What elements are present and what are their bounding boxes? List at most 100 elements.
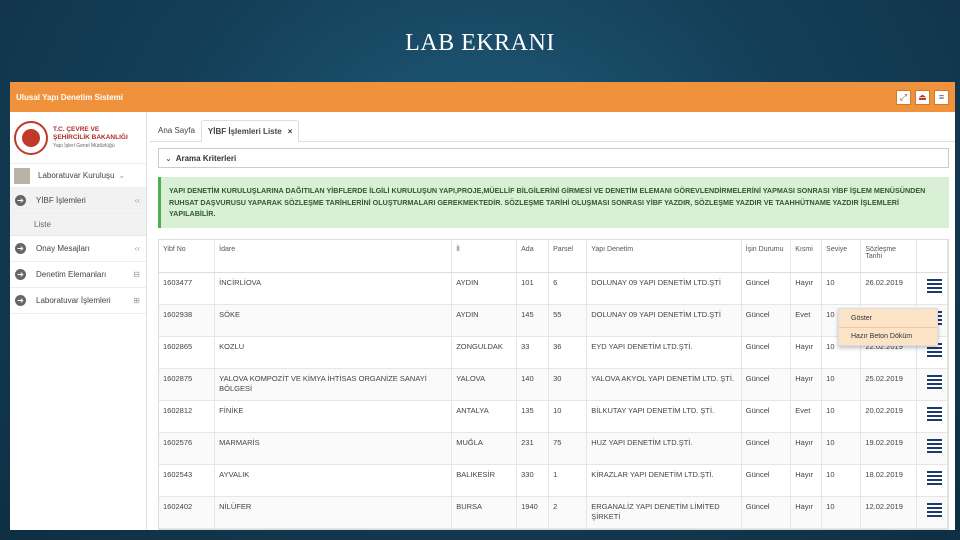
table-cell: Güncel: [741, 368, 792, 401]
info-alert: YAPI DENETİM KURULUŞLARINA DAĞITILAN YİB…: [158, 177, 949, 228]
sidebar-item-label: Onay Mesajları: [36, 244, 90, 253]
table-cell: 1603477: [159, 272, 216, 305]
table-cell: 1940: [516, 496, 550, 529]
table-cell: 10: [821, 496, 862, 529]
table-cell: 10: [821, 272, 862, 305]
table-cell: 1: [548, 464, 588, 497]
table-cell: Güncel: [741, 464, 792, 497]
column-header[interactable]: Yibf No: [159, 240, 216, 273]
logout-icon[interactable]: ⏏: [915, 89, 930, 105]
table-cell: 1602812: [159, 400, 216, 433]
expand-icon[interactable]: ⤢: [896, 89, 911, 105]
table-cell: 1602865: [159, 336, 216, 369]
table-cell: 1602543: [159, 464, 216, 497]
tab-yibf-islemleri-liste[interactable]: YİBF İşlemleri Liste ×: [200, 120, 300, 142]
table-cell: 1602402: [159, 496, 216, 529]
search-criteria-panel[interactable]: ⌄ Arama Kriterleri: [158, 148, 949, 168]
column-header[interactable]: Parsel: [548, 240, 588, 273]
table-cell: 140: [516, 368, 550, 401]
table-cell: Güncel: [741, 400, 792, 433]
top-bar: Ulusal Yapı Denetim Sistemi ⤢ ⏏ ≡: [10, 82, 955, 112]
column-header[interactable]: Seviye: [821, 240, 862, 273]
logo-line-2: ŞEHİRCİLİK BAKANLIĞI: [53, 133, 128, 141]
app-window: Ulusal Yapı Denetim Sistemi ⤢ ⏏ ≡ T.C. Ç…: [10, 82, 955, 530]
table-cell: 25.02.2019: [860, 368, 917, 401]
sidebar-item-denetim-elemanlari[interactable]: ➔ Denetim Elemanları ⊟: [10, 262, 146, 288]
row-menu-icon[interactable]: [926, 502, 942, 517]
table-cell: YALOVA KOMPOZİT VE KİMYA İHTİSAS ORGANİZ…: [214, 368, 453, 401]
chevron-down-icon: ⌄: [118, 171, 126, 180]
logo-line-3: Yapı İşleri Genel Müdürlüğü: [53, 142, 115, 149]
sidebar-item-yibf[interactable]: ➔ YİBF İşlemleri ‹‹: [10, 188, 146, 214]
table-row: 1602865 KOZLU ZONGULDAK 33 36 EYD YAPI DENETİ…: [159, 336, 949, 369]
arrow-right-icon: ➔: [15, 295, 26, 306]
table-cell: 10: [821, 400, 862, 433]
column-header[interactable]: Ada: [516, 240, 550, 273]
column-header[interactable]: İşin Durumu: [741, 240, 792, 273]
row-actions-cell: [916, 272, 949, 305]
sidebar-item-laboratuvar-islemleri[interactable]: ➔ Laboratuvar İşlemleri ⊞: [10, 288, 146, 314]
table-cell: 12.02.2019: [860, 496, 917, 529]
row-menu-icon[interactable]: [926, 278, 942, 293]
table-cell: MUĞLA: [451, 432, 518, 465]
table-cell: NİLÜFER: [214, 496, 453, 529]
table-cell: ANTALYA: [451, 400, 518, 433]
column-header[interactable]: Sözleşme Tarihi: [860, 240, 917, 273]
sidebar-subitem-liste[interactable]: Liste: [10, 214, 146, 236]
collapse-icon: ⊟: [133, 270, 140, 279]
user-menu[interactable]: Laboratuvar Kuruluşu ⌄: [10, 164, 146, 188]
table-cell: EYD YAPI DENETİM LTD.ŞTİ.: [586, 336, 742, 369]
table-cell: 33: [516, 336, 550, 369]
row-action-dropdown: Göster Hazır Beton Döküm: [838, 308, 938, 346]
chevron-down-icon: ⌄: [165, 153, 172, 163]
table-cell: BİLKUTAY YAPI DENETİM LTD. ŞTİ.: [586, 400, 742, 433]
logo-line-1: T.C. ÇEVRE VE: [53, 125, 100, 133]
table-cell: ERGANALİZ YAPI DENETİM LİMİTED ŞİRKETİ: [586, 496, 742, 529]
dropdown-item-goster[interactable]: Göster: [839, 309, 937, 327]
table-cell: 20.02.2019: [860, 400, 917, 433]
table-cell: 135: [516, 400, 550, 433]
column-header[interactable]: İdare: [214, 240, 453, 273]
user-label: Laboratuvar Kuruluşu: [38, 171, 115, 180]
sidebar-item-label: YİBF İşlemleri: [36, 196, 86, 205]
table-cell: Hayır: [790, 432, 823, 465]
table-cell: 231: [516, 432, 550, 465]
ministry-logo: T.C. ÇEVRE VE ŞEHİRCİLİK BAKANLIĞI Yapı …: [10, 112, 146, 164]
row-actions-cell: [916, 464, 949, 497]
table-cell: Hayır: [790, 464, 823, 497]
table-row: 1602938 SÖKE AYDIN 145 55 DOLUNAY 09 YAPI DEN…: [159, 304, 949, 337]
yibf-table: Yibf No İdare İl Ada Parsel Yapı Denetim…: [158, 239, 949, 530]
table-cell: KİRAZLAR YAPI DENETİM LTD.ŞTİ.: [586, 464, 742, 497]
table-row: 1602402 NİLÜFER BURSA 1940 2 ERGANALİZ YAPI D…: [159, 496, 949, 529]
table-cell: 30: [548, 368, 588, 401]
row-menu-icon[interactable]: [926, 374, 942, 389]
table-cell: 10: [821, 368, 862, 401]
column-header[interactable]: İl: [451, 240, 518, 273]
row-menu-icon[interactable]: [926, 438, 942, 453]
table-cell: 145: [516, 304, 550, 337]
table-cell: BURSA: [451, 496, 518, 529]
tab-ana-sayfa[interactable]: Ana Sayfa: [152, 119, 201, 141]
table-cell: MARMARİS: [214, 432, 453, 465]
sidebar-item-onay-mesajlari[interactable]: ➔ Onay Mesajları ‹‹: [10, 236, 146, 262]
column-header[interactable]: Yapı Denetim: [586, 240, 742, 273]
row-menu-icon[interactable]: [926, 470, 942, 485]
column-header[interactable]: Kısmi: [790, 240, 823, 273]
sidebar-item-label: Denetim Elemanları: [36, 270, 107, 279]
arrow-right-icon: ➔: [15, 269, 26, 280]
table-cell: BALIKESİR: [451, 464, 518, 497]
table-cell: FİNİKE: [214, 400, 453, 433]
table-cell: 330: [516, 464, 550, 497]
close-icon[interactable]: ×: [288, 127, 293, 136]
table-cell: 1602576: [159, 432, 216, 465]
menu-icon[interactable]: ≡: [934, 89, 949, 105]
table-cell: 55: [548, 304, 588, 337]
column-header-actions: [916, 240, 949, 273]
table-cell: DOLUNAY 09 YAPI DENETİM LTD.ŞTİ: [586, 272, 742, 305]
row-menu-icon[interactable]: [926, 406, 942, 421]
table-cell: KOZLU: [214, 336, 453, 369]
dropdown-item-hazir-beton-dokum[interactable]: Hazır Beton Döküm: [839, 327, 937, 345]
table-cell: Hayır: [790, 336, 823, 369]
table-cell: 1602938: [159, 304, 216, 337]
table-cell: Güncel: [741, 336, 792, 369]
